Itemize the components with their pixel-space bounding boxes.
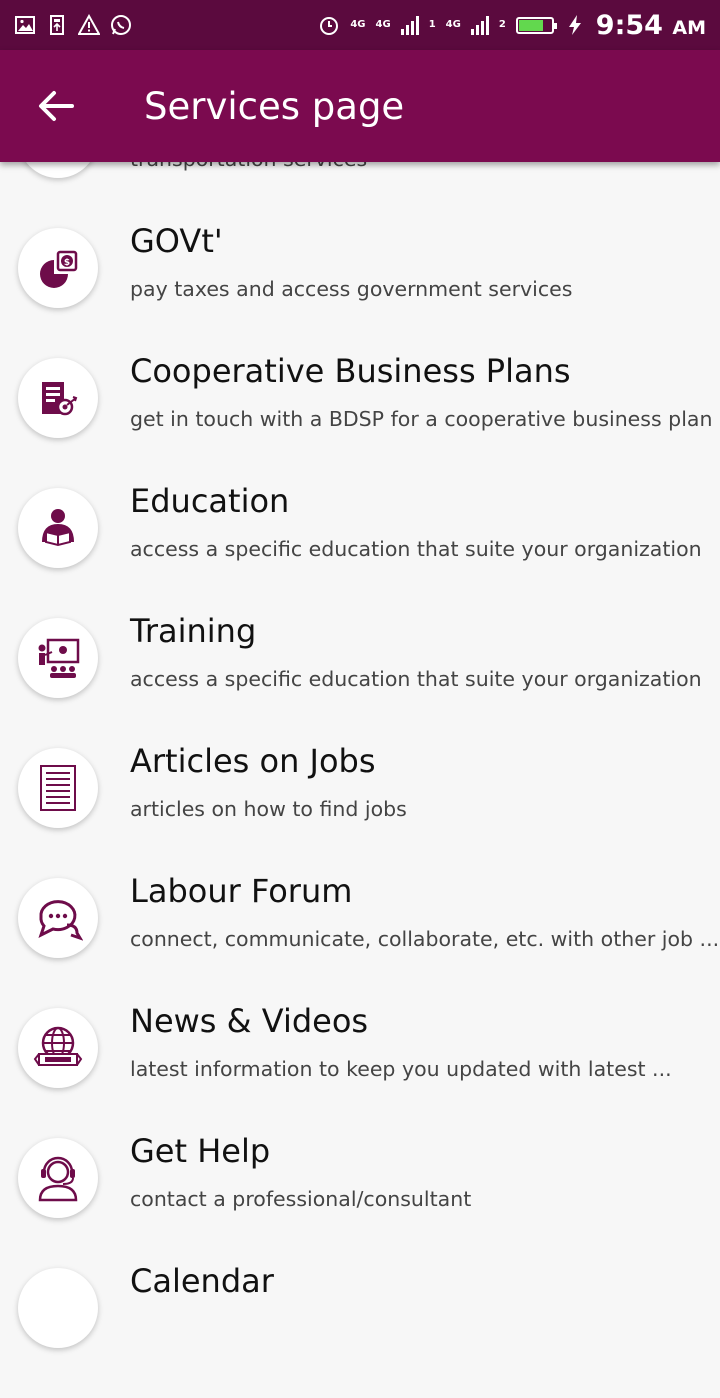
service-title: News & Videos	[130, 1002, 369, 1040]
service-icon-container	[18, 878, 98, 958]
service-item-news-videos[interactable]: News & Videos latest information to keep…	[0, 1002, 720, 1138]
service-subtitle: latest information to keep you updated w…	[130, 1057, 672, 1081]
service-title: Calendar	[130, 1262, 274, 1300]
service-item-calendar[interactable]: Calendar	[0, 1262, 720, 1398]
services-list: transportation services $ GOVt' pay taxe…	[0, 0, 720, 1348]
service-icon-container	[18, 748, 98, 828]
service-subtitle: articles on how to find jobs	[130, 797, 407, 821]
service-icon-container	[18, 1138, 98, 1218]
service-subtitle: access a specific education that suite y…	[130, 667, 702, 691]
page-title: Services page	[144, 84, 405, 128]
arrow-back-icon	[39, 91, 74, 121]
pie-chart-dollar-icon: $	[40, 250, 78, 288]
service-subtitle: contact a professional/consultant	[130, 1187, 472, 1211]
service-icon-container: $	[18, 228, 98, 308]
svg-text:$: $	[64, 258, 70, 268]
service-item-get-help[interactable]: Get Help contact a professional/consulta…	[0, 1132, 720, 1268]
service-item-articles-on-jobs[interactable]: Articles on Jobs articles on how to find…	[0, 742, 720, 878]
service-subtitle: access a specific education that suite y…	[130, 537, 702, 561]
service-item-training[interactable]: Training access a specific education tha…	[0, 612, 720, 748]
service-icon-container	[18, 1008, 98, 1088]
service-subtitle: get in touch with a BDSP for a cooperati…	[130, 407, 713, 431]
service-title: Education	[130, 482, 290, 520]
service-title: GOVt'	[130, 222, 223, 260]
service-item-education[interactable]: Education access a specific education th…	[0, 482, 720, 618]
app-bar: Services page	[0, 50, 720, 162]
service-title: Articles on Jobs	[130, 742, 376, 780]
service-item-labour-forum[interactable]: Labour Forum connect, communicate, colla…	[0, 872, 720, 1008]
business-plan-icon	[42, 382, 78, 416]
presentation-icon	[38, 638, 80, 678]
service-item-business-plans[interactable]: Cooperative Business Plans get in touch …	[0, 352, 720, 488]
service-icon-container	[18, 618, 98, 698]
globe-news-icon	[33, 1026, 83, 1066]
service-subtitle: pay taxes and access government services	[130, 277, 573, 301]
service-icon-container	[18, 1268, 98, 1348]
service-icon-container	[18, 488, 98, 568]
service-title: Labour Forum	[130, 872, 353, 910]
service-icon-container	[18, 358, 98, 438]
student-reading-icon	[42, 509, 74, 547]
headset-icon	[38, 1156, 78, 1202]
chat-bubbles-icon	[38, 900, 83, 941]
service-subtitle: connect, communicate, collaborate, etc. …	[130, 927, 720, 951]
service-title: Training	[130, 612, 257, 650]
service-item-govt[interactable]: $ GOVt' pay taxes and access government …	[0, 222, 720, 358]
service-title: Get Help	[130, 1132, 271, 1170]
back-button[interactable]	[0, 50, 112, 162]
service-title: Cooperative Business Plans	[130, 352, 571, 390]
article-icon	[40, 765, 76, 811]
